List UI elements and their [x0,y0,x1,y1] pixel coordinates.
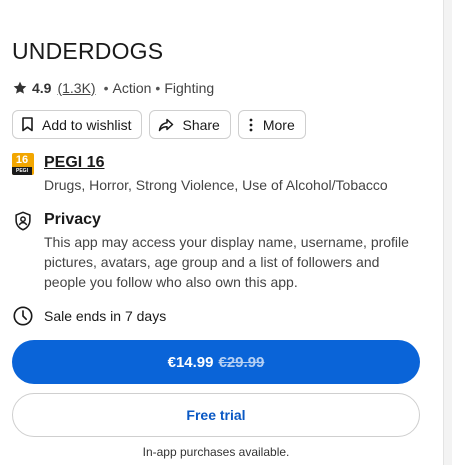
more-button[interactable]: More [237,110,306,139]
pegi-rating-link[interactable]: PEGI 16 [44,153,388,173]
separator-dot: • [103,80,109,96]
original-price: €29.99 [218,353,265,371]
privacy-row: Privacy This app may access your display… [12,210,409,292]
more-vertical-icon [249,118,253,131]
rating-row: 4.9 (1.3K) • Action • Fighting [12,79,214,97]
share-button[interactable]: Share [149,110,231,139]
sale-ends-text: Sale ends in 7 days [44,308,167,324]
pegi-descriptors: Drugs, Horror, Strong Violence, Use of A… [44,177,388,193]
privacy-title: Privacy [44,211,101,228]
app-details-panel: UNDERDOGS 4.9 (1.3K) • Action • Fighting… [0,0,444,465]
in-app-purchases-note: In-app purchases available. [142,445,290,459]
pegi-16-badge-icon: 16 PEGI [12,153,34,175]
rating-count-link[interactable]: (1.3K) [57,80,95,96]
star-icon [13,81,27,94]
share-icon [159,118,174,131]
wishlist-label: Add to wishlist [42,116,132,133]
share-label: Share [182,116,220,133]
app-title: UNDERDOGS [12,38,164,64]
buy-button[interactable]: €14.99 €29.99 [12,340,420,384]
bookmark-icon [22,117,33,132]
privacy-text-line: pictures, avatars, age group and a list … [44,254,380,270]
separator-dot: • [155,80,161,96]
more-label: More [262,116,295,133]
privacy-text-line: people you follow who also own this app. [44,274,298,290]
clock-icon [13,306,33,326]
action-buttons: Add to wishlist Share More [12,110,306,139]
add-to-wishlist-button[interactable]: Add to wishlist [12,110,143,139]
rating-value: 4.9 [32,80,52,96]
pegi-row: 16 PEGI PEGI 16 Drugs, Horror, Strong Vi… [12,153,388,195]
genre-action: Action [112,80,152,96]
sale-row: Sale ends in 7 days [12,305,166,327]
current-price: €14.99 [167,353,214,371]
free-trial-button[interactable]: Free trial [12,393,420,437]
shield-person-icon [15,211,31,231]
genre-fighting: Fighting [164,80,215,96]
privacy-text-line: This app may access your display name, u… [44,234,409,250]
